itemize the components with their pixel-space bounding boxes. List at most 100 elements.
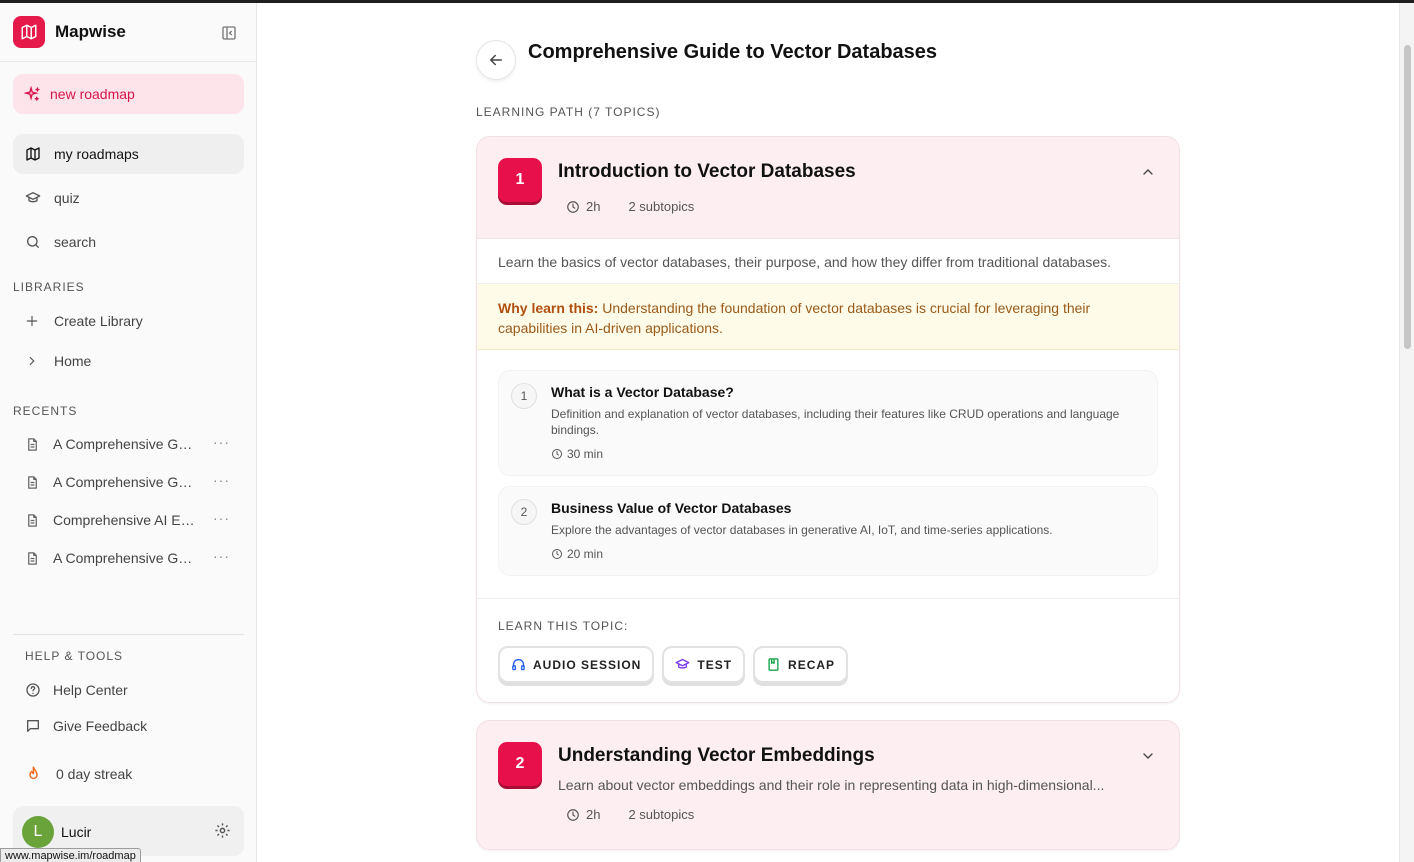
chevron-right-icon — [25, 354, 39, 368]
sidebar: Mapwise new roadmap my roadmaps quiz sea… — [0, 3, 257, 862]
learning-path-label: LEARNING PATH (7 TOPICS) — [476, 105, 661, 119]
learn-button-label: RECAP — [788, 657, 836, 672]
audio-session-button[interactable]: AUDIO SESSION — [498, 646, 655, 683]
recent-label: Comprehensive AI Engineering — [53, 512, 195, 528]
libraries-heading: LIBRARIES — [13, 280, 85, 294]
scrollbar-thumb[interactable] — [1404, 45, 1411, 349]
recent-item[interactable]: A Comprehensive Guide to Vector Database… — [13, 428, 244, 460]
subtopic-time-label: 30 min — [567, 447, 604, 461]
recent-label: A Comprehensive Guide to Vector Database… — [53, 474, 195, 490]
plus-icon — [25, 314, 39, 328]
nav-quiz[interactable]: quiz — [13, 178, 244, 218]
topic-card[interactable]: 2 Understanding Vector Embeddings Learn … — [476, 720, 1180, 850]
flame-icon — [25, 765, 42, 782]
avatar: L — [22, 816, 54, 848]
topic-description: Learn about vector embeddings and their … — [558, 777, 1105, 793]
more-options-icon[interactable]: ··· — [213, 510, 230, 526]
learn-this-topic-label: LEARN THIS TOPIC: — [498, 619, 629, 633]
document-icon — [25, 513, 40, 528]
gear-icon[interactable] — [214, 822, 231, 839]
more-options-icon[interactable]: ··· — [213, 434, 230, 450]
document-icon — [25, 475, 40, 490]
nav-search[interactable]: search — [13, 222, 244, 262]
topic-subtopics-count: 2 subtopics — [628, 199, 695, 214]
why-learn-callout: Why learn this: Understanding the founda… — [477, 284, 1179, 350]
give-feedback-link[interactable]: Give Feedback — [25, 714, 147, 738]
subtopic-item[interactable]: 1 What is a Vector Database? Definition … — [498, 370, 1158, 476]
recents-heading: RECENTS — [13, 404, 78, 418]
map-icon — [25, 146, 41, 162]
recent-item[interactable]: Comprehensive AI Engineering ··· — [13, 504, 244, 536]
nav-my-roadmaps[interactable]: my roadmaps — [13, 134, 244, 174]
tools-divider — [13, 634, 244, 635]
learn-button-label: AUDIO SESSION — [533, 657, 642, 672]
message-square-icon — [25, 718, 41, 734]
library-item-home[interactable]: Home — [13, 345, 244, 377]
more-options-icon[interactable]: ··· — [213, 472, 230, 488]
learn-this-topic-section: LEARN THIS TOPIC: AUDIO SESSION TEST REC… — [477, 599, 1179, 702]
graduation-cap-icon — [675, 657, 690, 672]
recap-button[interactable]: RECAP — [753, 646, 849, 683]
subtopic-title: What is a Vector Database? — [551, 384, 734, 400]
recent-item[interactable]: A Comprehensive Guide to Vector Database… — [13, 466, 244, 498]
nav-label: search — [54, 234, 97, 250]
clock-icon — [566, 808, 580, 822]
topic-duration: 2h — [586, 199, 601, 214]
recent-label: A Comprehensive Guide to Vector Database… — [53, 550, 195, 566]
page-title: Comprehensive Guide to Vector Databases — [528, 41, 938, 63]
learn-buttons: AUDIO SESSION TEST RECAP — [498, 646, 849, 683]
user-name: Lucir — [61, 824, 92, 840]
tool-label: Help Center — [53, 682, 128, 698]
arrow-left-icon — [487, 51, 505, 69]
topic-header[interactable]: 2 Understanding Vector Embeddings Learn … — [477, 721, 1179, 849]
new-roadmap-label: new roadmap — [50, 86, 135, 102]
map-logo-icon — [13, 16, 45, 48]
subtopic-description: Explore the advantages of vector databas… — [551, 523, 1053, 537]
topic-number-badge: 2 — [498, 742, 542, 786]
nav-label: quiz — [54, 190, 80, 206]
new-roadmap-button[interactable]: new roadmap — [13, 74, 244, 114]
topic-subtopics-count: 2 subtopics — [628, 807, 695, 822]
brand-name: Mapwise — [55, 22, 126, 41]
topic-meta: 2h 2 subtopics — [566, 807, 694, 822]
clock-icon — [551, 448, 563, 460]
topic-number-badge: 1 — [498, 158, 542, 202]
test-button[interactable]: TEST — [662, 646, 746, 683]
topic-title: Understanding Vector Embeddings — [558, 745, 875, 766]
sidebar-collapse-icon[interactable] — [220, 24, 238, 42]
more-options-icon[interactable]: ··· — [213, 548, 230, 564]
learn-button-label: TEST — [697, 657, 733, 672]
book-icon — [766, 657, 781, 672]
sidebar-divider — [0, 61, 256, 62]
topic-header[interactable]: 1 Introduction to Vector Databases 2h 2 … — [477, 137, 1179, 239]
subtopic-title: Business Value of Vector Databases — [551, 500, 792, 516]
help-circle-icon — [25, 682, 41, 698]
streak-label: 0 day streak — [56, 765, 133, 782]
recent-label: A Comprehensive Guide to Vector Database… — [53, 436, 195, 452]
streak-indicator: 0 day streak — [25, 765, 132, 782]
subtopic-description: Definition and explanation of vector dat… — [551, 407, 1120, 437]
create-library-button[interactable]: Create Library — [13, 305, 244, 337]
scrollbar[interactable] — [1399, 3, 1414, 862]
library-label: Home — [54, 353, 92, 369]
subtopic-number: 2 — [511, 499, 537, 525]
headphones-icon — [511, 657, 526, 672]
help-tools-heading: HELP & TOOLS — [25, 649, 124, 663]
subtopic-time-label: 20 min — [567, 547, 604, 561]
topic-description: Learn the basics of vector databases, th… — [477, 239, 1179, 284]
help-center-link[interactable]: Help Center — [25, 678, 128, 702]
clock-icon — [551, 548, 563, 560]
status-bar-url: www.mapwise.im/roadmap — [0, 848, 141, 862]
nav-label: my roadmaps — [54, 146, 139, 162]
subtopic-item[interactable]: 2 Business Value of Vector Databases Exp… — [498, 486, 1158, 576]
why-learn-label: Why learn this: — [498, 300, 599, 316]
tool-label: Give Feedback — [53, 718, 148, 734]
chevron-down-icon[interactable] — [1140, 748, 1156, 764]
graduation-cap-icon — [25, 190, 41, 206]
recent-item[interactable]: A Comprehensive Guide to Vector Database… — [13, 542, 244, 574]
chevron-up-icon[interactable] — [1140, 164, 1156, 180]
back-button[interactable] — [476, 40, 516, 80]
topic-duration: 2h — [586, 807, 601, 822]
brand[interactable]: Mapwise — [13, 16, 126, 48]
subtopic-list: 1 What is a Vector Database? Definition … — [477, 350, 1179, 599]
